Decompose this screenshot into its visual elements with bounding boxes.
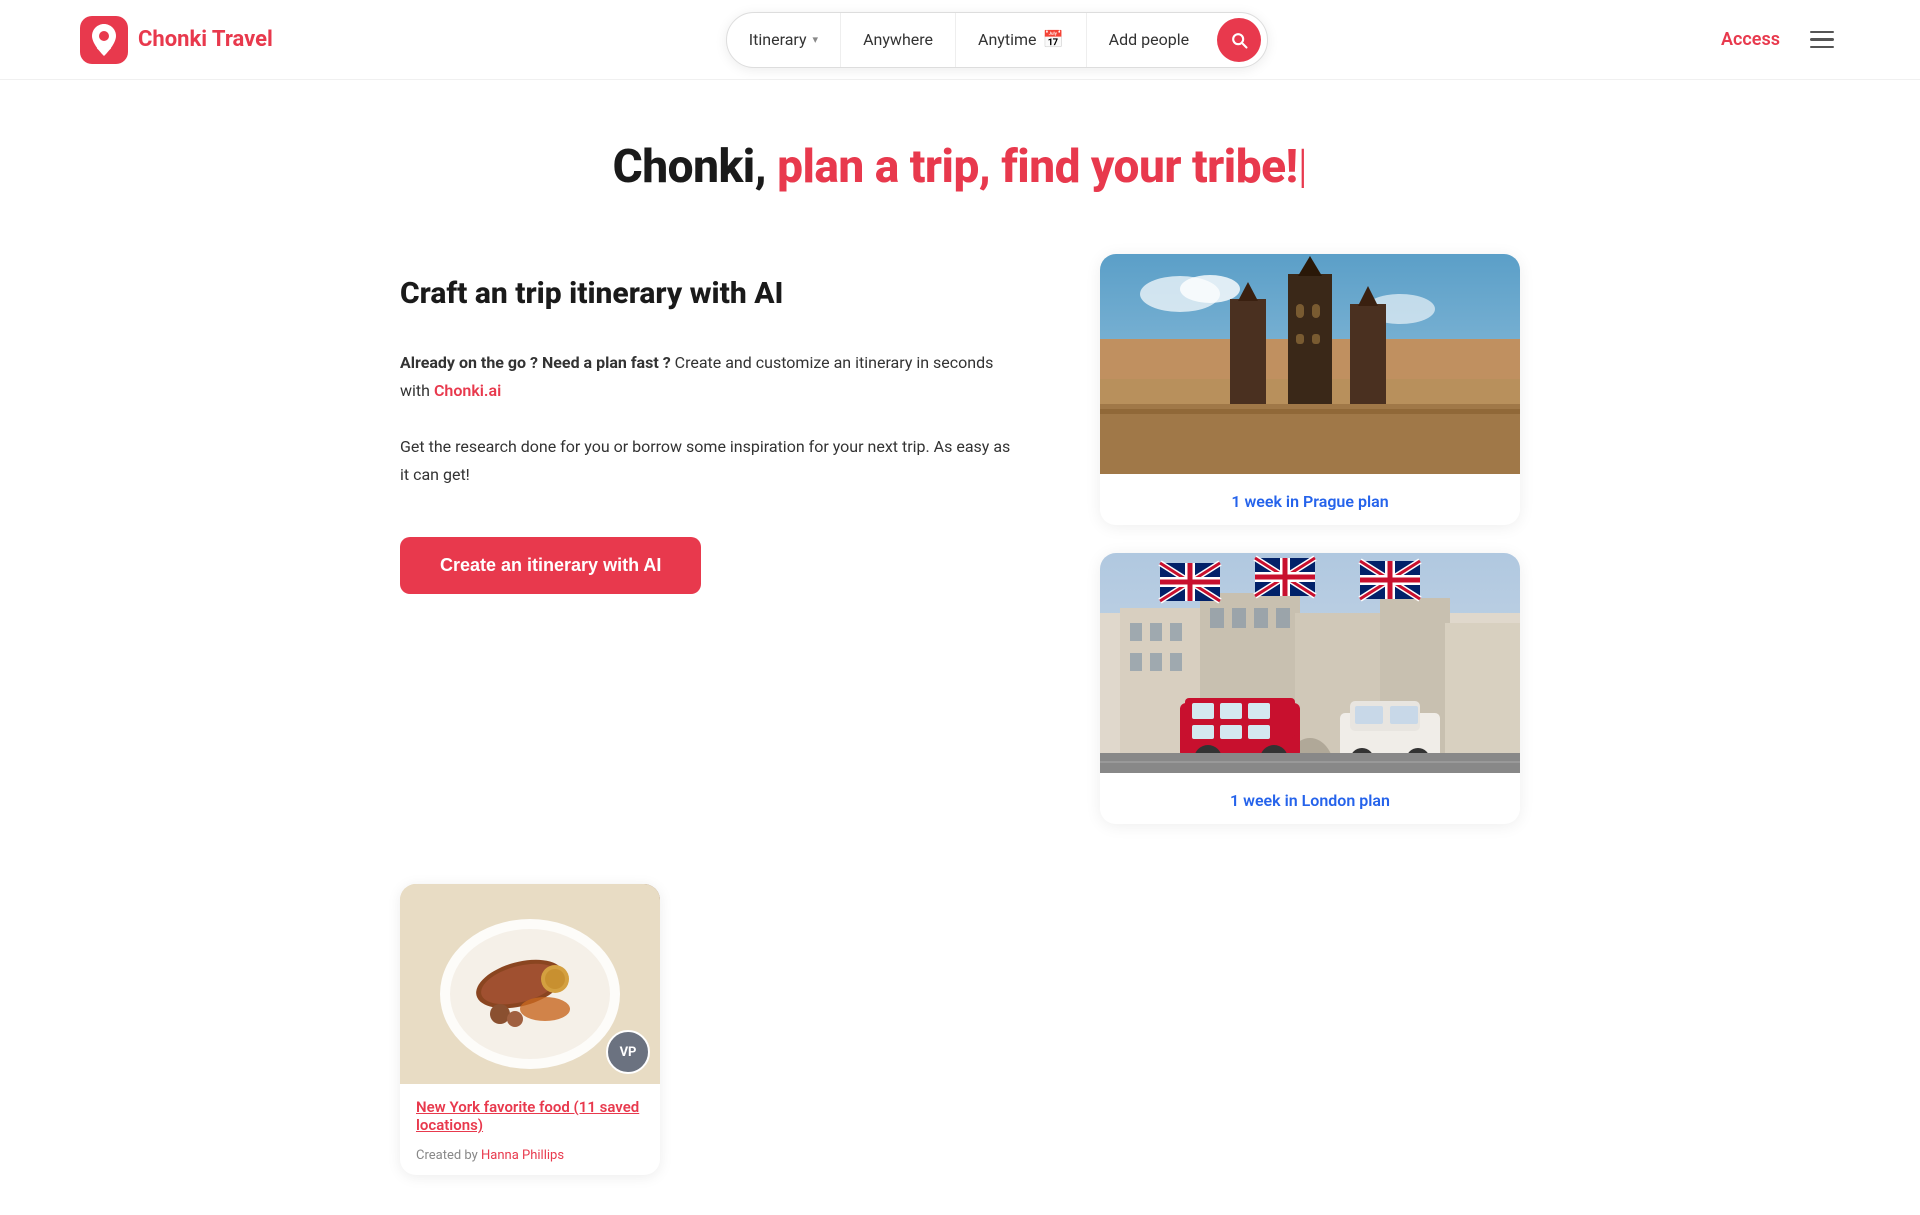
prague-card: 1 week in Prague plan [1100, 254, 1520, 525]
logo-text: Chonki Travel [138, 27, 273, 52]
user-avatar: VP [606, 1030, 650, 1074]
anytime-label: Anytime [978, 30, 1036, 49]
chevron-down-icon: ▾ [813, 33, 819, 46]
created-by: Created by Hanna Phillips [400, 1148, 660, 1175]
hero-title: Chonki, plan a trip, find your tribe!| [400, 140, 1520, 194]
search-bar: Itinerary ▾ Anywhere Anytime 📅 Add peopl… [726, 12, 1268, 68]
london-image [1100, 553, 1520, 777]
create-itinerary-button[interactable]: Create an itinerary with AI [400, 537, 701, 594]
access-link[interactable]: Access [1721, 29, 1780, 50]
add-people-field[interactable]: Add people [1087, 13, 1211, 67]
search-button[interactable] [1217, 18, 1261, 62]
hero-title-dynamic: plan a trip, find your tribe! [777, 140, 1298, 194]
search-icon [1229, 30, 1249, 50]
hamburger-menu[interactable] [1804, 25, 1840, 55]
food-card-label[interactable]: New York favorite food (11 saved locatio… [400, 1084, 660, 1148]
chonki-ai-link[interactable]: Chonki.ai [434, 381, 501, 400]
prague-svg [1100, 254, 1520, 474]
main-content: Chonki, plan a trip, find your tribe!| C… [360, 80, 1560, 1215]
right-column: 1 week in Prague plan [1100, 254, 1520, 824]
description-block-2: Get the research done for you or borrow … [400, 433, 1020, 489]
hamburger-line-1 [1810, 31, 1834, 34]
avatar-initials: VP [620, 1045, 637, 1060]
prague-card-label[interactable]: 1 week in Prague plan [1100, 478, 1520, 525]
anywhere-label: Anywhere [863, 30, 933, 49]
left-column: Craft an trip itinerary with AI Already … [400, 254, 1020, 594]
section-title: Craft an trip itinerary with AI [400, 274, 1020, 313]
london-card: 1 week in London plan [1100, 553, 1520, 824]
header: Chonki Travel Itinerary ▾ Anywhere Anyti… [0, 0, 1920, 80]
hero-title-static: Chonki, [613, 140, 766, 194]
add-people-label: Add people [1109, 30, 1189, 49]
cursor: | [1298, 140, 1308, 194]
hamburger-line-3 [1810, 46, 1834, 49]
london-svg [1100, 553, 1520, 773]
itinerary-dropdown[interactable]: Itinerary ▾ [727, 13, 841, 67]
right-nav: Access [1721, 25, 1840, 55]
itinerary-label: Itinerary [749, 30, 807, 49]
description-block-1: Already on the go ? Need a plan fast ? C… [400, 349, 1020, 405]
anywhere-field[interactable]: Anywhere [841, 13, 956, 67]
anytime-field[interactable]: Anytime 📅 [956, 13, 1087, 67]
hamburger-line-2 [1810, 38, 1834, 41]
bottom-section: VP New York favorite food (11 saved loca… [400, 884, 1520, 1215]
created-by-text: Created by [416, 1148, 478, 1163]
logo[interactable]: Chonki Travel [80, 16, 273, 64]
logo-icon [80, 16, 128, 64]
desc-text-2: Get the research done for you or borrow … [400, 433, 1020, 489]
desc-text-1: Already on the go ? Need a plan fast ? C… [400, 349, 1020, 405]
food-card: VP New York favorite food (11 saved loca… [400, 884, 660, 1175]
london-card-label[interactable]: 1 week in London plan [1100, 777, 1520, 824]
author-link[interactable]: Hanna Phillips [481, 1148, 564, 1163]
prague-image [1100, 254, 1520, 478]
food-image: VP [400, 884, 660, 1084]
calendar-icon: 📅 [1042, 30, 1063, 50]
desc-bold: Already on the go ? Need a plan fast ? [400, 353, 671, 372]
two-column-layout: Craft an trip itinerary with AI Already … [400, 254, 1520, 824]
